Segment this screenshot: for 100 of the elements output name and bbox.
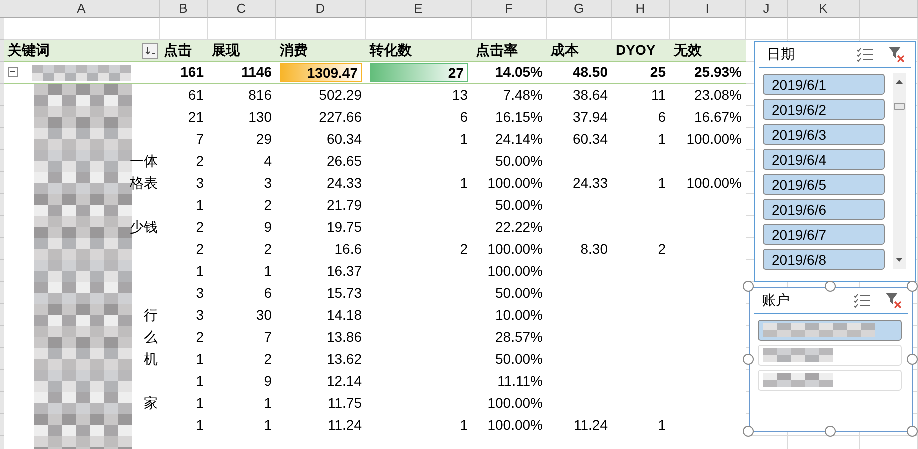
table-cell: 100.00% xyxy=(686,175,742,191)
slicer-title: 日期 xyxy=(767,45,795,64)
table-cell: 6 xyxy=(658,109,666,125)
table-cell: 1 xyxy=(460,175,468,191)
table-cell: 61 xyxy=(188,87,204,103)
table-cell: 50.00% xyxy=(496,153,543,169)
table-cell: 1 xyxy=(196,417,204,433)
collapse-icon[interactable] xyxy=(8,67,19,78)
slicer-panel[interactable]: 日期 2019/6/1 2019/6/2 2019/6/3 2019/6/4 2019/6/5 2019/6/6 2019/6/7 2019/6/8 xyxy=(754,41,916,282)
sort-filter-button[interactable] xyxy=(142,42,158,58)
slicer-panel[interactable]: 账户 xyxy=(749,287,913,432)
slicer-item[interactable]: 2019/6/1 xyxy=(763,74,885,95)
column-header[interactable]: D xyxy=(276,0,366,18)
multi-select-icon[interactable] xyxy=(857,48,873,62)
table-cell: 1 xyxy=(658,175,666,191)
table-cell: 2 xyxy=(196,153,204,169)
table-cell: 227.66 xyxy=(319,109,362,125)
table-cell: 8.30 xyxy=(580,241,608,257)
table-cell: 2 xyxy=(196,329,204,345)
table-cell: 3 xyxy=(264,175,272,191)
clear-filter-icon[interactable] xyxy=(889,46,905,62)
table-cell: 816 xyxy=(248,87,272,103)
column-header[interactable]: H xyxy=(612,0,670,18)
table-cell: 1 xyxy=(196,373,204,389)
table-cell: 7 xyxy=(196,131,204,147)
table-cell: 1 xyxy=(196,197,204,213)
column-heading: 展现 xyxy=(212,41,240,60)
table-cell: 13.62 xyxy=(326,351,362,367)
table-cell: 24.14% xyxy=(496,131,543,147)
scrollbar[interactable] xyxy=(893,73,906,269)
table-cell: 3 xyxy=(196,285,204,301)
column-header[interactable]: K xyxy=(788,0,860,18)
table-cell: 14.05% xyxy=(496,64,543,80)
clear-filter-icon[interactable] xyxy=(886,292,902,308)
table-cell: 1 xyxy=(264,263,272,279)
table-cell: 11.75 xyxy=(328,395,362,411)
slicer-item[interactable]: 2019/6/5 xyxy=(763,174,885,195)
scroll-thumb[interactable] xyxy=(894,103,905,110)
table-cell: 28.57% xyxy=(496,329,543,345)
resize-handle[interactable] xyxy=(743,281,754,292)
table-cell: 48.50 xyxy=(572,64,608,80)
multi-select-icon[interactable] xyxy=(854,294,870,308)
table-cell: 11 xyxy=(651,87,666,103)
table-cell-text: 么 xyxy=(144,328,158,347)
table-cell: 50.00% xyxy=(496,285,543,301)
table-cell: 7.48% xyxy=(503,87,543,103)
resize-handle[interactable] xyxy=(743,426,754,437)
slicer-item[interactable] xyxy=(758,320,902,341)
table-cell: 60.34 xyxy=(572,131,608,147)
table-cell: 37.94 xyxy=(572,109,608,125)
column-header[interactable] xyxy=(860,0,918,18)
table-cell: 7 xyxy=(264,329,272,345)
slicer-item[interactable]: 2019/6/7 xyxy=(763,224,885,245)
table-cell: 29 xyxy=(256,131,272,147)
table-cell: 23.08% xyxy=(694,87,742,103)
table-cell: 38.64 xyxy=(572,87,608,103)
table-cell: 2 xyxy=(264,351,272,367)
slicer-item[interactable]: 2019/6/8 xyxy=(763,249,885,270)
column-header[interactable]: F xyxy=(472,0,547,18)
table-cell: 1 xyxy=(196,351,204,367)
table-cell: 1146 xyxy=(242,64,272,80)
column-header[interactable]: C xyxy=(208,0,276,18)
slicer-item[interactable]: 2019/6/2 xyxy=(763,99,885,120)
table-cell: 3 xyxy=(196,175,204,191)
column-header[interactable]: G xyxy=(547,0,612,18)
table-cell: 60.34 xyxy=(326,131,362,147)
table-cell: 1 xyxy=(460,131,468,147)
slicer-item[interactable]: 2019/6/3 xyxy=(763,124,885,145)
column-header[interactable]: B xyxy=(160,0,208,18)
table-cell: 130 xyxy=(248,109,272,125)
table-cell: 502.29 xyxy=(319,87,362,103)
table-cell: 100.00% xyxy=(686,131,742,147)
column-header[interactable]: I xyxy=(670,0,746,18)
table-cell: 11.24 xyxy=(328,417,362,433)
table-cell: 12.14 xyxy=(326,373,362,389)
column-header[interactable]: E xyxy=(366,0,472,18)
table-cell: 161 xyxy=(180,64,204,80)
resize-handle[interactable] xyxy=(743,354,754,364)
table-cell: 6 xyxy=(460,109,468,125)
table-cell: 1309.47 xyxy=(280,63,362,82)
table-cell: 100.00% xyxy=(488,175,543,191)
resize-handle[interactable] xyxy=(907,426,918,437)
table-cell: 1 xyxy=(460,417,468,433)
resize-handle[interactable] xyxy=(825,426,836,437)
table-cell: 15.73 xyxy=(326,285,362,301)
slicer-item[interactable]: 2019/6/6 xyxy=(763,199,885,220)
table-cell: 50.00% xyxy=(496,197,543,213)
table-cell: 16.37 xyxy=(326,263,362,279)
table-cell: 1 xyxy=(196,263,204,279)
column-header[interactable]: J xyxy=(746,0,788,18)
table-cell: 30 xyxy=(256,307,272,323)
table-cell: 100.00% xyxy=(488,395,543,411)
table-cell-text: 少钱 xyxy=(130,218,158,237)
slicer-item[interactable]: 2019/6/4 xyxy=(763,149,885,170)
table-cell: 14.18 xyxy=(326,307,362,323)
scroll-up-arrow[interactable] xyxy=(896,80,903,84)
table-cell: 16.6 xyxy=(334,241,362,257)
column-header[interactable]: A xyxy=(4,0,160,18)
scroll-down-arrow[interactable] xyxy=(896,258,903,262)
table-cell: 19.75 xyxy=(326,219,362,235)
